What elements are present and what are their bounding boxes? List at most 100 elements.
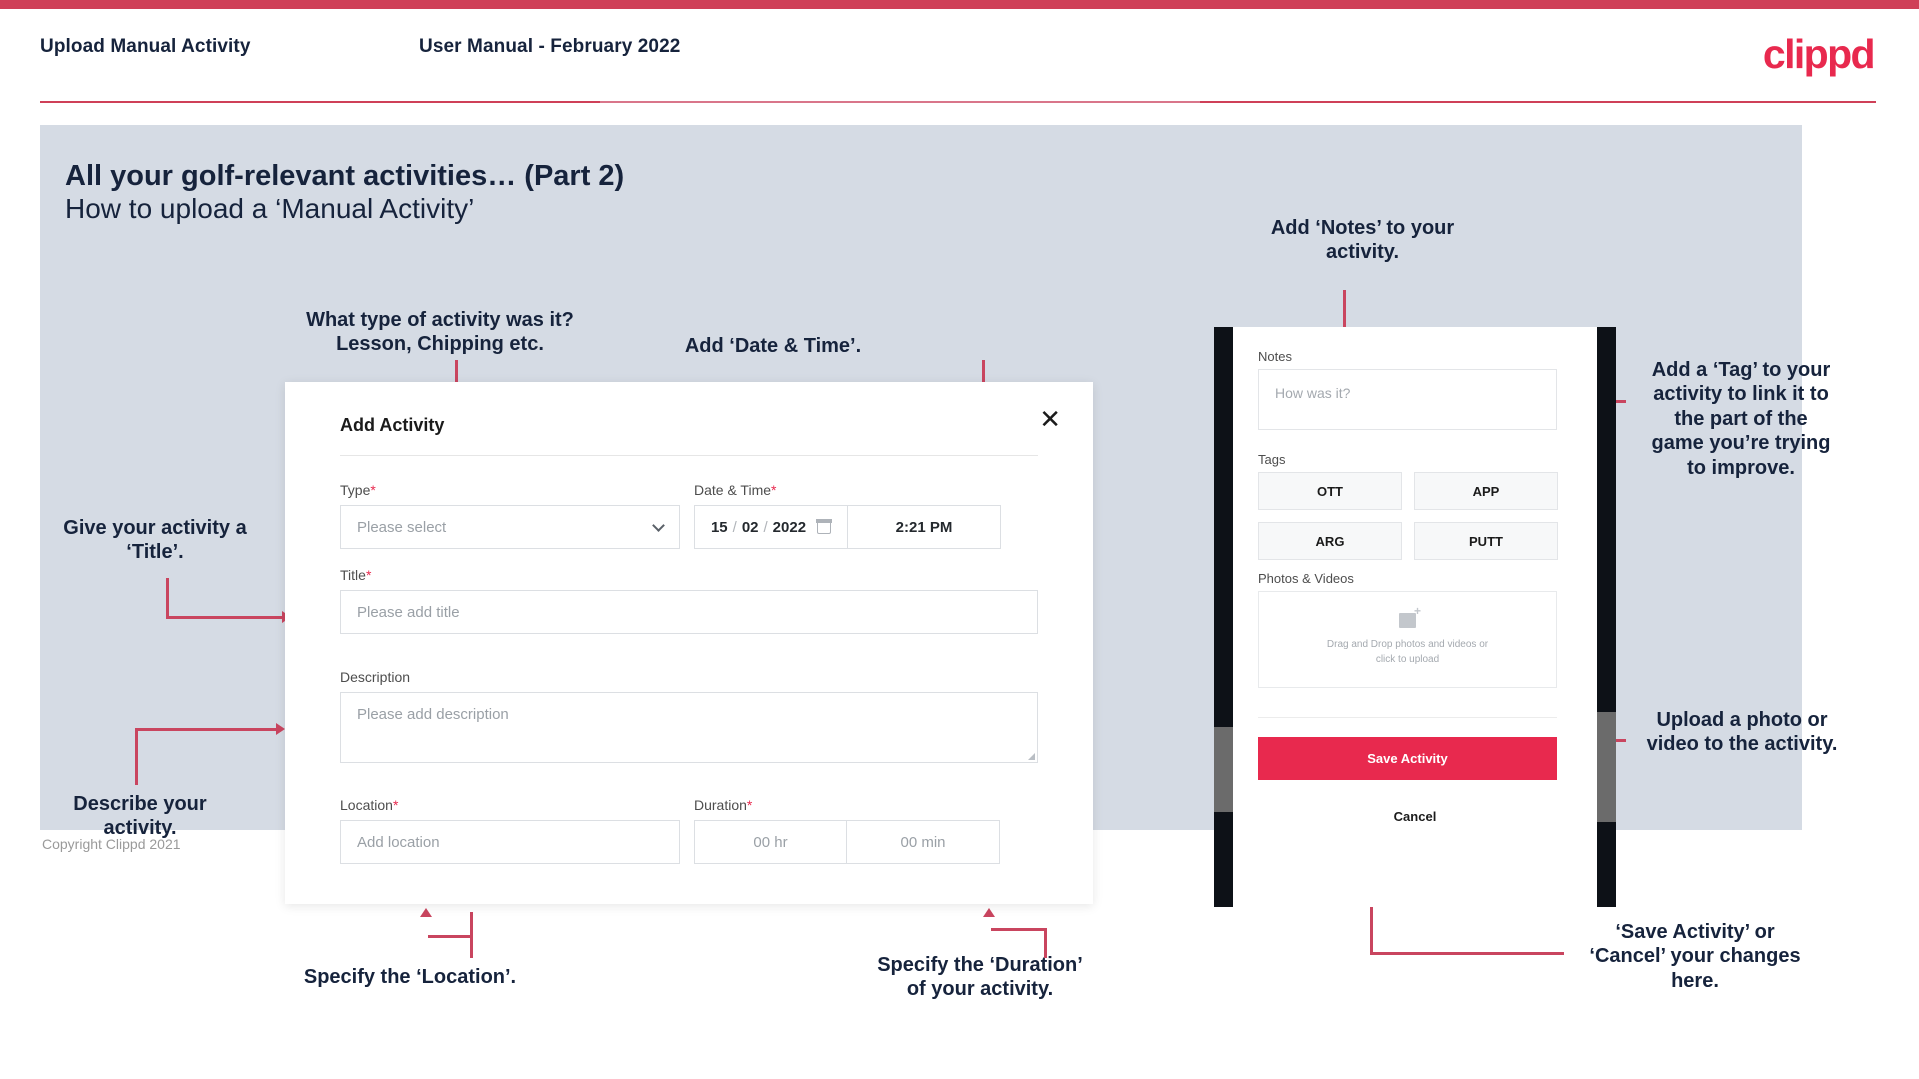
duration-label-text: Duration <box>694 797 747 813</box>
calendar-icon[interactable] <box>816 519 832 534</box>
cancel-button[interactable]: Cancel <box>1233 809 1597 824</box>
dialog-title: Add Activity <box>340 415 445 435</box>
date-year: 2022 <box>772 518 807 536</box>
duration-field: 00 hr 00 min <box>694 820 1000 864</box>
tag-arg-label: ARG <box>1315 533 1345 549</box>
tag-ott-label: OTT <box>1317 483 1343 499</box>
date-sep-1: / <box>732 518 737 536</box>
description-input[interactable]: Please add description <box>340 692 1038 763</box>
footer-copyright: Copyright Clippd 2021 <box>42 836 181 852</box>
title-required-mark: * <box>365 567 372 583</box>
duration-label: Duration* <box>694 797 752 813</box>
page-title: All your golf-relevant activities… (Part… <box>65 160 625 192</box>
save-activity-button[interactable]: Save Activity <box>1258 737 1557 780</box>
notes-input[interactable]: How was it? <box>1258 369 1557 430</box>
notes-label: Notes <box>1258 349 1292 364</box>
tag-putt-label: PUTT <box>1469 533 1503 549</box>
dropzone-line-1: Drag and Drop photos and videos or <box>1326 638 1489 650</box>
phone-divider <box>1258 717 1557 718</box>
duration-hours-input[interactable]: 00 hr <box>695 821 847 863</box>
datetime-label-text: Date & Time <box>694 482 772 498</box>
location-input[interactable]: Add location <box>340 820 680 864</box>
tags-label: Tags <box>1258 452 1286 467</box>
tag-app-label: APP <box>1472 483 1500 499</box>
arrow-desc-seg2 <box>135 728 280 731</box>
phone-screen: Notes How was it? Tags OTT APP ARG PUTT … <box>1233 327 1597 907</box>
phone-frame-left <box>1214 327 1233 907</box>
title-label: Title* <box>340 567 371 583</box>
title-label-text: Title <box>340 567 366 583</box>
save-activity-label: Save Activity <box>1367 751 1448 766</box>
notes-placeholder: How was it? <box>1275 385 1351 401</box>
type-label-text: Type <box>340 482 371 498</box>
annotation-datetime: Add ‘Date & Time’. <box>684 335 862 357</box>
description-placeholder: Please add description <box>357 706 509 723</box>
header-divider-mid <box>600 101 1200 103</box>
dialog-divider <box>340 455 1038 456</box>
annotation-notes: Add ‘Notes’ to your activity. <box>1270 217 1455 264</box>
annotation-duration: Specify the ‘Duration’ of your activity. <box>877 954 1083 1001</box>
annotation-photos: Upload a photo or video to the activity. <box>1646 709 1838 756</box>
duration-minutes-input[interactable]: 00 min <box>847 821 999 863</box>
time-value: 2:21 PM <box>895 518 953 536</box>
date-month: 02 <box>741 518 759 536</box>
date-day: 15 <box>710 518 728 536</box>
arrow-title-seg1 <box>166 578 169 618</box>
dropzone-line-2: click to upload <box>1375 653 1440 665</box>
type-select-placeholder: Please select <box>357 518 447 536</box>
date-sep-2: / <box>763 518 768 536</box>
annotation-description: Describe your activity. <box>73 793 207 840</box>
header-middle-title: User Manual - February 2022 <box>419 36 681 57</box>
duration-required-mark: * <box>746 797 753 813</box>
annotation-location: Specify the ‘Location’. <box>303 966 517 988</box>
time-input[interactable]: 2:21 PM <box>848 506 1000 548</box>
photos-label: Photos & Videos <box>1258 571 1354 586</box>
phone-button-left <box>1214 727 1233 812</box>
annotation-type: What type of activity was it? Lesson, Ch… <box>306 309 574 356</box>
annotation-tags: Add a ‘Tag’ to your activity to link it … <box>1651 359 1831 479</box>
type-label: Type* <box>340 482 376 498</box>
top-accent-bar <box>0 0 1919 9</box>
type-select[interactable]: Please select <box>340 505 680 549</box>
duration-minutes-placeholder: 00 min <box>900 833 946 851</box>
description-label: Description <box>340 669 411 685</box>
annotation-save-cancel: ‘Save Activity’ or ‘Cancel’ your changes… <box>1589 921 1801 992</box>
tag-arg[interactable]: ARG <box>1258 522 1402 560</box>
title-input[interactable]: Please add title <box>340 590 1038 634</box>
tag-app[interactable]: APP <box>1414 472 1558 510</box>
datetime-required-mark: * <box>771 482 777 498</box>
arrow-desc-head <box>276 723 285 735</box>
arrow-title-seg2 <box>166 616 286 619</box>
clippd-logo: clippd <box>1762 31 1876 77</box>
arrow-duration-seg1 <box>991 928 1046 931</box>
datetime-label: Date & Time* <box>694 482 776 498</box>
location-label: Location* <box>340 797 398 813</box>
image-add-icon <box>1399 605 1421 628</box>
type-required-mark: * <box>370 482 376 498</box>
arrow-duration-head <box>983 908 995 917</box>
datetime-field: 15 / 02 / 2022 2:21 PM <box>694 505 1001 549</box>
location-label-text: Location <box>340 797 393 813</box>
phone-button-right <box>1597 712 1616 822</box>
photo-upload-dropzone[interactable]: Drag and Drop photos and videos or click… <box>1258 591 1557 688</box>
header-divider-left <box>40 101 600 103</box>
arrow-save-seg1 <box>1370 952 1564 955</box>
tag-ott[interactable]: OTT <box>1258 472 1402 510</box>
page-subtitle: How to upload a ‘Manual Activity’ <box>65 193 475 224</box>
add-activity-dialog: Add Activity ✕ Type* Please select Date … <box>285 382 1093 904</box>
date-input[interactable]: 15 / 02 / 2022 <box>695 506 848 548</box>
arrow-desc-seg1 <box>135 728 138 785</box>
annotation-title: Give your activity a ‘Title’. <box>63 517 247 564</box>
location-required-mark: * <box>392 797 399 813</box>
duration-hours-placeholder: 00 hr <box>753 833 788 851</box>
header-left-title: Upload Manual Activity <box>40 36 251 57</box>
arrow-duration-seg2 <box>1044 928 1047 958</box>
chevron-down-icon <box>652 519 665 532</box>
slide-page: Upload Manual Activity User Manual - Feb… <box>0 0 1919 1079</box>
location-placeholder: Add location <box>357 833 440 851</box>
title-placeholder: Please add title <box>357 603 460 621</box>
header-divider-right <box>1200 101 1876 103</box>
arrow-location-seg1 <box>428 935 473 938</box>
close-icon[interactable]: ✕ <box>1039 406 1061 432</box>
tag-putt[interactable]: PUTT <box>1414 522 1558 560</box>
